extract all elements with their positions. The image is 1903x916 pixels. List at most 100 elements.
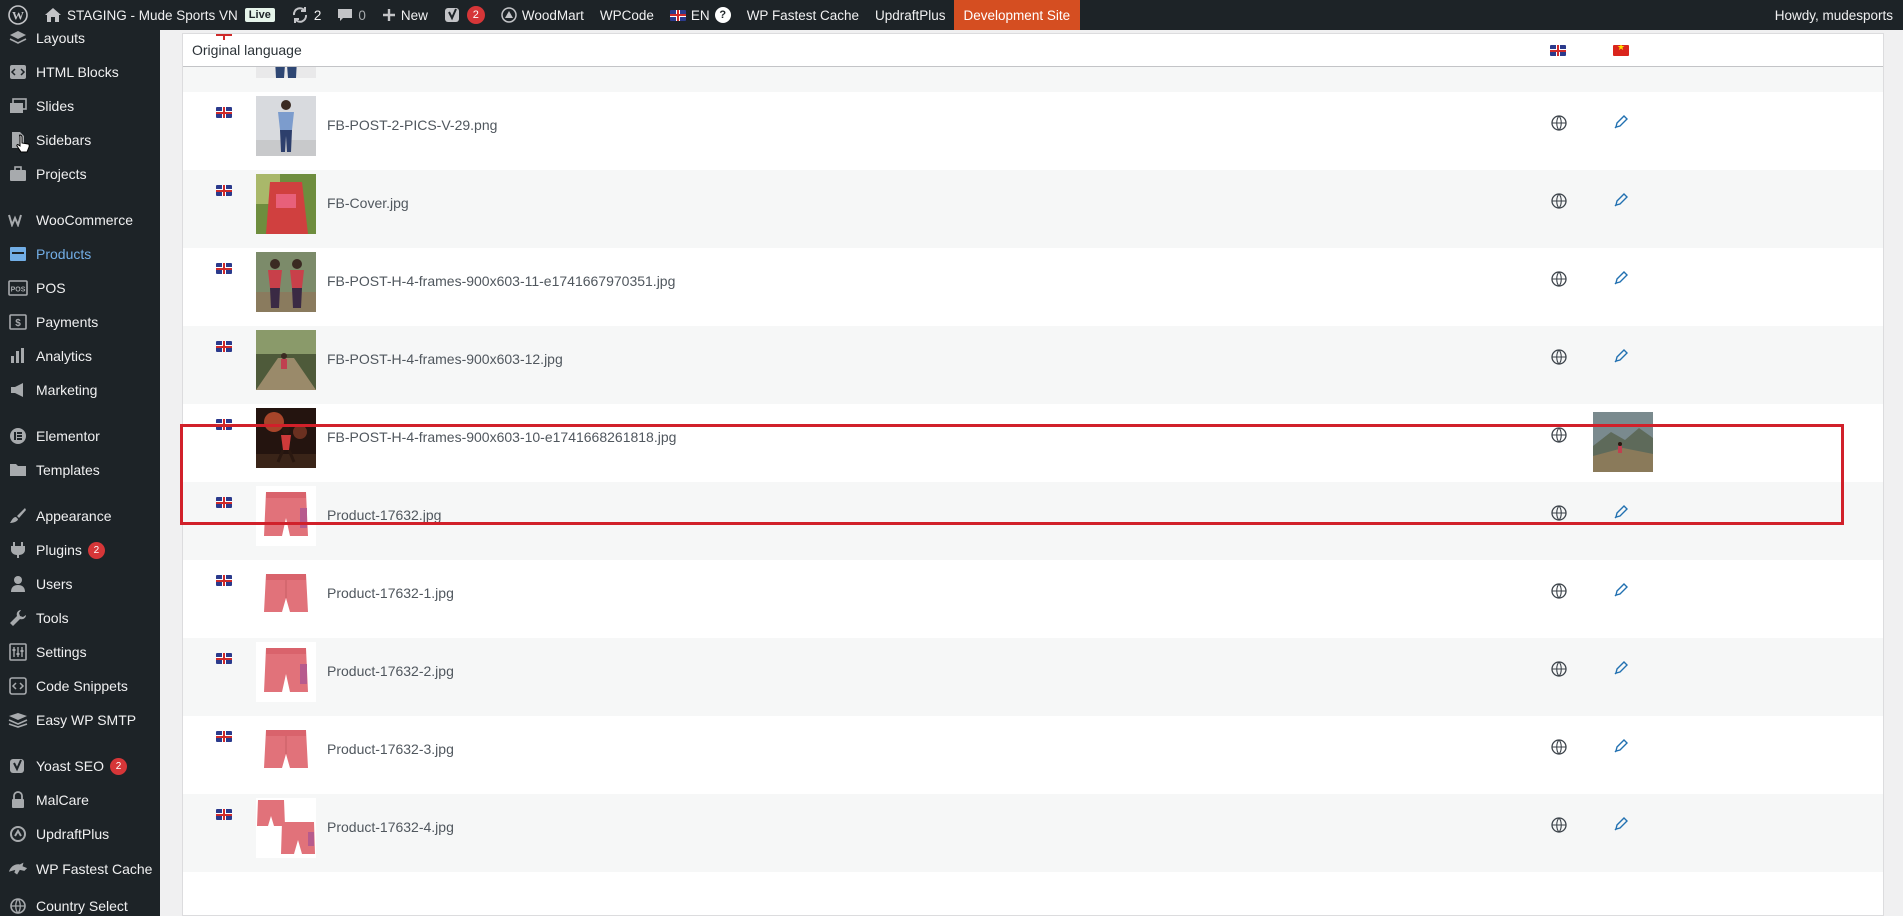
sidebar-item-users[interactable]: Users [0, 569, 160, 599]
globe-icon[interactable] [1550, 738, 1568, 756]
language-label: EN [690, 7, 710, 23]
updraft-icon [8, 824, 28, 844]
vietnam-flag-icon [1613, 45, 1629, 56]
edit-translation-pencil-icon[interactable] [1613, 192, 1629, 208]
sidebar-item-appearance[interactable]: Appearance [0, 501, 160, 531]
edit-translation-pencil-icon[interactable] [1613, 816, 1629, 832]
sidebar-item-tools[interactable]: Tools [0, 603, 160, 633]
media-translation-table: 132.jpgFB-POST-2-PICS-V-29.pngFB-Cover.j… [182, 33, 1884, 916]
pos-icon: POS [8, 278, 28, 298]
comments-link[interactable]: 0 [329, 0, 374, 30]
woodmart-icon [501, 7, 517, 23]
sidebar-item-code-snippets[interactable]: Code Snippets [0, 671, 160, 701]
edit-translation-pencil-icon[interactable] [1613, 738, 1629, 754]
globe-icon[interactable] [1550, 348, 1568, 366]
yoast-icon [444, 6, 462, 24]
globe-icon[interactable] [1550, 582, 1568, 600]
sidebar-item-settings[interactable]: Settings [0, 637, 160, 667]
new-content-menu[interactable]: New [374, 0, 436, 30]
table-row: FB-POST-H-4-frames-900x603-10-e174166826… [183, 404, 1883, 482]
translated-media-thumbnail[interactable] [1593, 412, 1653, 472]
woodmart-menu[interactable]: WoodMart [493, 0, 592, 30]
sidebar-item-pos[interactable]: POS POS [0, 273, 160, 303]
lock-icon [8, 790, 28, 810]
sidebar-item-updraftplus[interactable]: UpdraftPlus [0, 819, 160, 849]
media-filename: Product-17632-2.jpg [327, 663, 454, 679]
edit-translation-pencil-icon[interactable] [1613, 504, 1629, 520]
media-thumbnail [256, 174, 316, 234]
sidebar-item-html-blocks[interactable]: HTML Blocks [0, 57, 160, 87]
sidebar-item-country-select[interactable]: Country Select [0, 891, 160, 916]
globe-icon[interactable] [1550, 270, 1568, 288]
updates-link[interactable]: 2 [283, 0, 330, 30]
sidebar-item-label: Sidebars [36, 132, 92, 148]
sidebar-item-malcare[interactable]: MalCare [0, 785, 160, 815]
edit-translation-pencil-icon[interactable] [1613, 660, 1629, 676]
sidebar-item-label: Plugins [36, 542, 82, 558]
edit-translation-pencil-icon[interactable] [1613, 348, 1629, 364]
sidebar-item-yoast-seo[interactable]: Yoast SEO 2 [0, 751, 160, 781]
media-filename: Product-17632.jpg [327, 507, 442, 523]
megaphone-icon [8, 380, 28, 400]
admin-bar: W STAGING - Mude Sports VN Live 2 0 New … [0, 0, 1903, 30]
sidebar-item-marketing[interactable]: Marketing [0, 375, 160, 405]
table-row: Product-17632-2.jpg [183, 638, 1883, 716]
edit-translation-pencil-icon[interactable] [1613, 582, 1629, 598]
globe-icon[interactable] [1550, 660, 1568, 678]
sidebar-item-label: Slides [36, 98, 75, 114]
new-label: New [400, 7, 428, 23]
sidebar-item-label: Users [36, 576, 73, 592]
sidebar-item-label: Yoast SEO [36, 758, 104, 774]
globe-icon[interactable] [1550, 504, 1568, 522]
language-switcher[interactable]: EN ? [662, 0, 739, 30]
user-account-menu[interactable]: Howdy, mudesports [1767, 0, 1903, 30]
yoast-menu[interactable]: 2 [436, 0, 493, 30]
sidebar-item-analytics[interactable]: Analytics [0, 341, 160, 371]
sidebar-item-layouts[interactable]: Layouts [0, 30, 160, 53]
wp-fastest-cache-menu[interactable]: WP Fastest Cache [739, 0, 867, 30]
development-site-badge[interactable]: Development Site [953, 0, 1081, 30]
site-name-menu[interactable]: STAGING - Mude Sports VN Live [36, 0, 283, 30]
table-row: Product-17632.jpg [183, 482, 1883, 560]
sidebar-item-woocommerce[interactable]: WooCommerce [0, 205, 160, 235]
comment-icon [337, 7, 353, 23]
updraftplus-menu[interactable]: UpdraftPlus [867, 0, 954, 30]
sidebar-item-elementor[interactable]: Elementor [0, 421, 160, 451]
globe-icon[interactable] [1550, 816, 1568, 834]
media-filename: FB-POST-2-PICS-V-29.png [327, 117, 498, 133]
edit-translation-pencil-icon[interactable] [1613, 270, 1629, 286]
wordpress-logo-icon[interactable]: W [0, 0, 36, 30]
updates-icon [291, 6, 309, 24]
sidebar-item-payments[interactable]: $ Payments [0, 307, 160, 337]
updates-count: 2 [313, 7, 322, 23]
globe-icon[interactable] [1550, 426, 1568, 444]
globe-icon[interactable] [1550, 114, 1568, 132]
media-filename: FB-POST-H-4-frames-900x603-10-e174166826… [327, 429, 677, 445]
code-icon [8, 676, 28, 696]
layers-icon [8, 30, 28, 48]
help-icon: ? [714, 7, 731, 23]
media-filename: Product-17632-1.jpg [327, 585, 454, 601]
globe-icon [8, 896, 28, 916]
sidebar-item-products[interactable]: Products [0, 239, 160, 269]
svg-text:$: $ [15, 318, 21, 329]
sidebar-item-label: Elementor [36, 428, 100, 444]
sidebar-item-wp-fastest-cache[interactable]: WP Fastest Cache [0, 854, 160, 884]
media-filename: Product-17632-4.jpg [327, 819, 454, 835]
globe-icon[interactable] [1550, 192, 1568, 210]
uk-flag-icon [216, 497, 232, 508]
wpcode-menu[interactable]: WPCode [592, 0, 662, 30]
sidebar-item-slides[interactable]: Slides [0, 91, 160, 121]
sidebar-item-templates[interactable]: Templates [0, 455, 160, 485]
updraftplus-label: UpdraftPlus [874, 7, 946, 23]
sidebar-item-projects[interactable]: Projects [0, 159, 160, 189]
table-row: FB-POST-H-4-frames-900x603-11-e174166797… [183, 248, 1883, 326]
uk-flag-icon [216, 185, 232, 196]
uk-flag-icon [216, 653, 232, 664]
media-thumbnail [256, 96, 316, 156]
edit-translation-pencil-icon[interactable] [1613, 114, 1629, 130]
sidebar-item-easy-wp-smtp[interactable]: Easy WP SMTP [0, 705, 160, 735]
sidebar-item-label: Settings [36, 644, 87, 660]
yoast-icon [8, 756, 28, 776]
sidebar-item-plugins[interactable]: Plugins 2 [0, 535, 160, 565]
